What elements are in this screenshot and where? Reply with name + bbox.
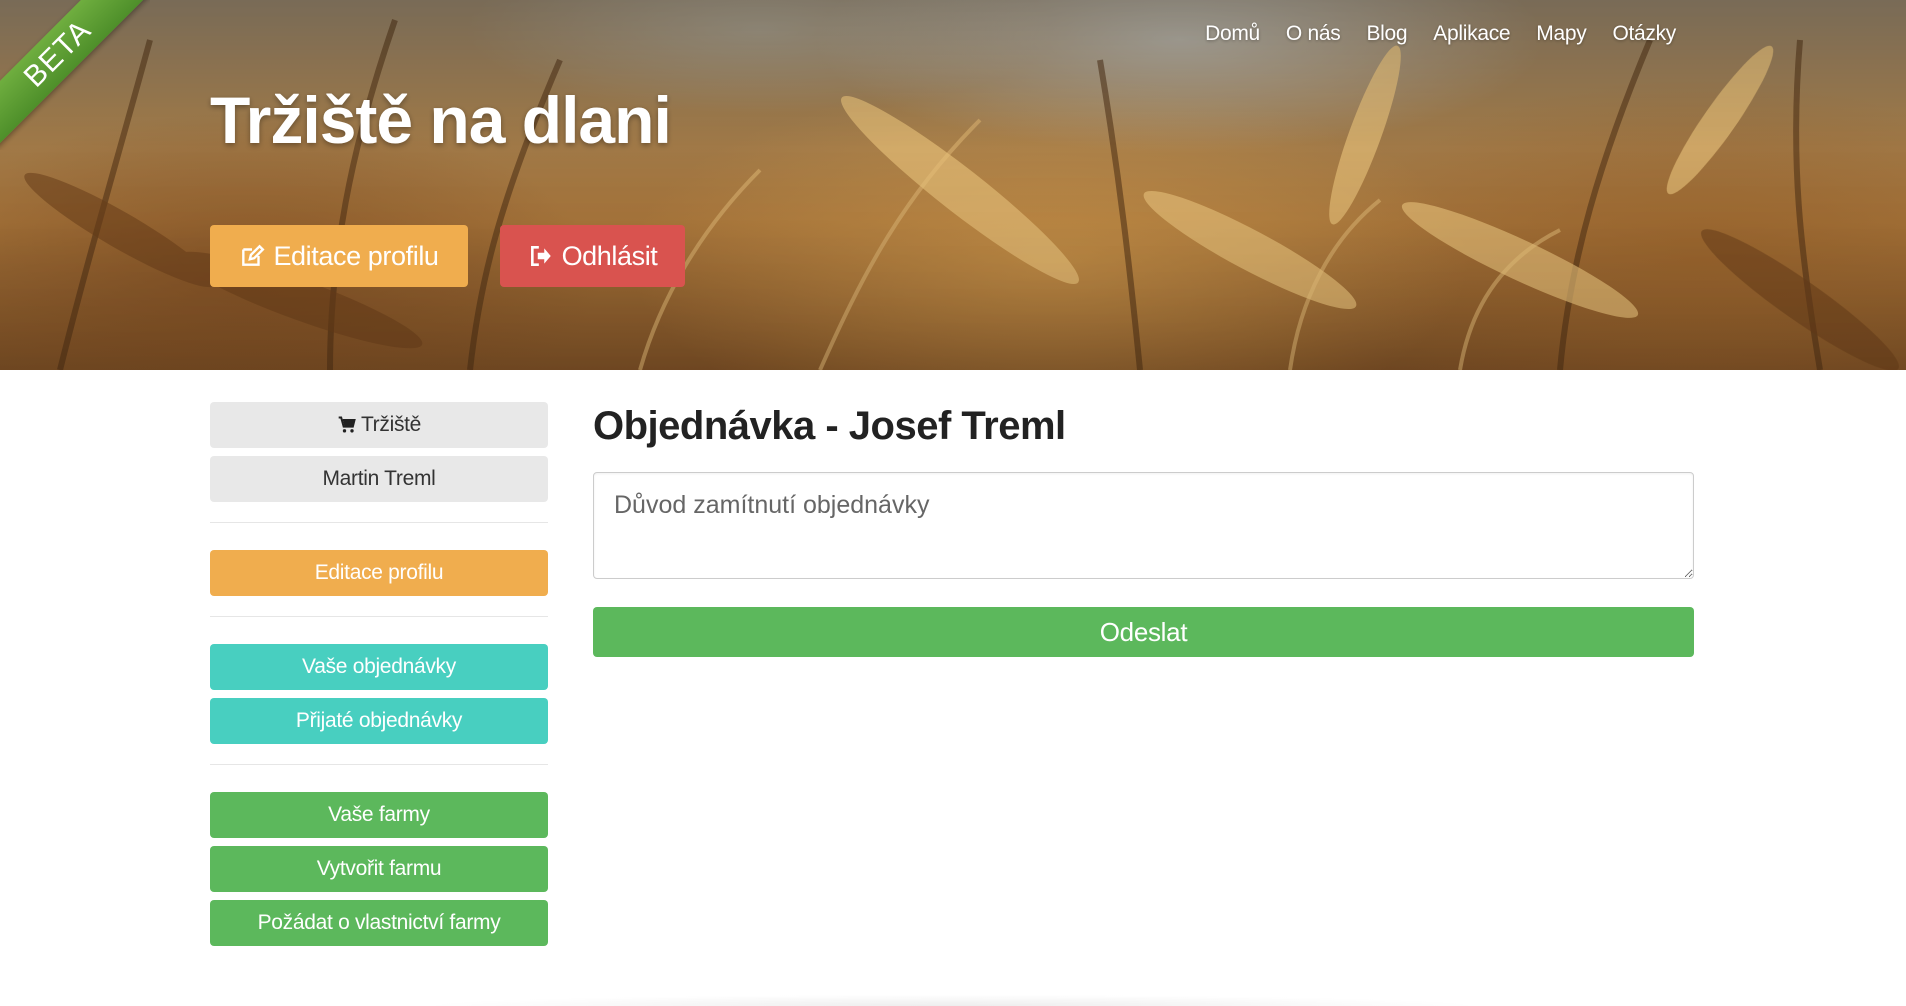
rejection-reason-input[interactable] xyxy=(593,472,1694,579)
sidebar-item-received-orders[interactable]: Přijaté objednávky xyxy=(210,698,548,744)
sidebar-item-user[interactable]: Martin Treml xyxy=(210,456,548,502)
beta-ribbon: BETA xyxy=(0,0,150,150)
sidebar-item-create-farm[interactable]: Vytvořit farmu xyxy=(210,846,548,892)
sidebar-divider xyxy=(210,616,548,617)
sidebar-item-label: Vytvořit farmu xyxy=(316,857,442,880)
sidebar-item-label: Požádat o vlastnictví farmy xyxy=(257,911,501,934)
page-title: Objednávka - Josef Treml xyxy=(593,404,1066,448)
sidebar: Tržiště Martin Treml Editace profilu Vaš… xyxy=(210,402,548,954)
edit-profile-label: Editace profilu xyxy=(273,240,439,271)
sidebar-item-market[interactable]: Tržiště xyxy=(210,402,548,448)
beta-label: BETA xyxy=(0,0,150,148)
hero-overlay xyxy=(0,0,1906,370)
sidebar-divider xyxy=(210,764,548,765)
sidebar-item-label: Vaše objednávky xyxy=(302,655,456,678)
logout-label: Odhlásit xyxy=(561,240,658,271)
hero-banner: BETA Domů O nás Blog Aplikace Mapy Otázk… xyxy=(0,0,1906,370)
edit-profile-button[interactable]: Editace profilu xyxy=(210,225,468,287)
site-title: Tržiště na dlani xyxy=(210,83,672,157)
nav-item-blog[interactable]: Blog xyxy=(1366,22,1407,46)
main-nav: Domů O nás Blog Aplikace Mapy Otázky xyxy=(1205,22,1676,46)
sidebar-item-label: Přijaté objednávky xyxy=(295,709,463,732)
nav-item-faq[interactable]: Otázky xyxy=(1612,22,1676,46)
sidebar-item-request-ownership[interactable]: Požádat o vlastnictví farmy xyxy=(210,900,548,946)
sign-out-icon xyxy=(530,246,551,266)
submit-label: Odeslat xyxy=(1099,616,1188,647)
sidebar-item-your-orders[interactable]: Vaše objednávky xyxy=(210,644,548,690)
nav-item-about[interactable]: O nás xyxy=(1286,22,1341,46)
footer-shadow xyxy=(210,990,1694,1006)
sidebar-item-label: Vaše farmy xyxy=(328,803,430,826)
sidebar-item-label: Tržiště xyxy=(360,413,422,436)
nav-item-maps[interactable]: Mapy xyxy=(1536,22,1586,46)
sidebar-item-your-farms[interactable]: Vaše farmy xyxy=(210,792,548,838)
submit-button[interactable]: Odeslat xyxy=(593,607,1694,657)
nav-item-home[interactable]: Domů xyxy=(1205,22,1260,46)
nav-item-apps[interactable]: Aplikace xyxy=(1433,22,1510,46)
shopping-cart-icon xyxy=(338,416,356,433)
sidebar-divider xyxy=(210,522,548,523)
logout-button[interactable]: Odhlásit xyxy=(500,225,685,287)
main-content: Objednávka - Josef Treml Odeslat xyxy=(593,402,1694,657)
edit-icon xyxy=(242,244,265,266)
user-name: Martin Treml xyxy=(322,467,436,490)
sidebar-item-label: Editace profilu xyxy=(314,561,444,584)
sidebar-item-edit-profile[interactable]: Editace profilu xyxy=(210,550,548,596)
